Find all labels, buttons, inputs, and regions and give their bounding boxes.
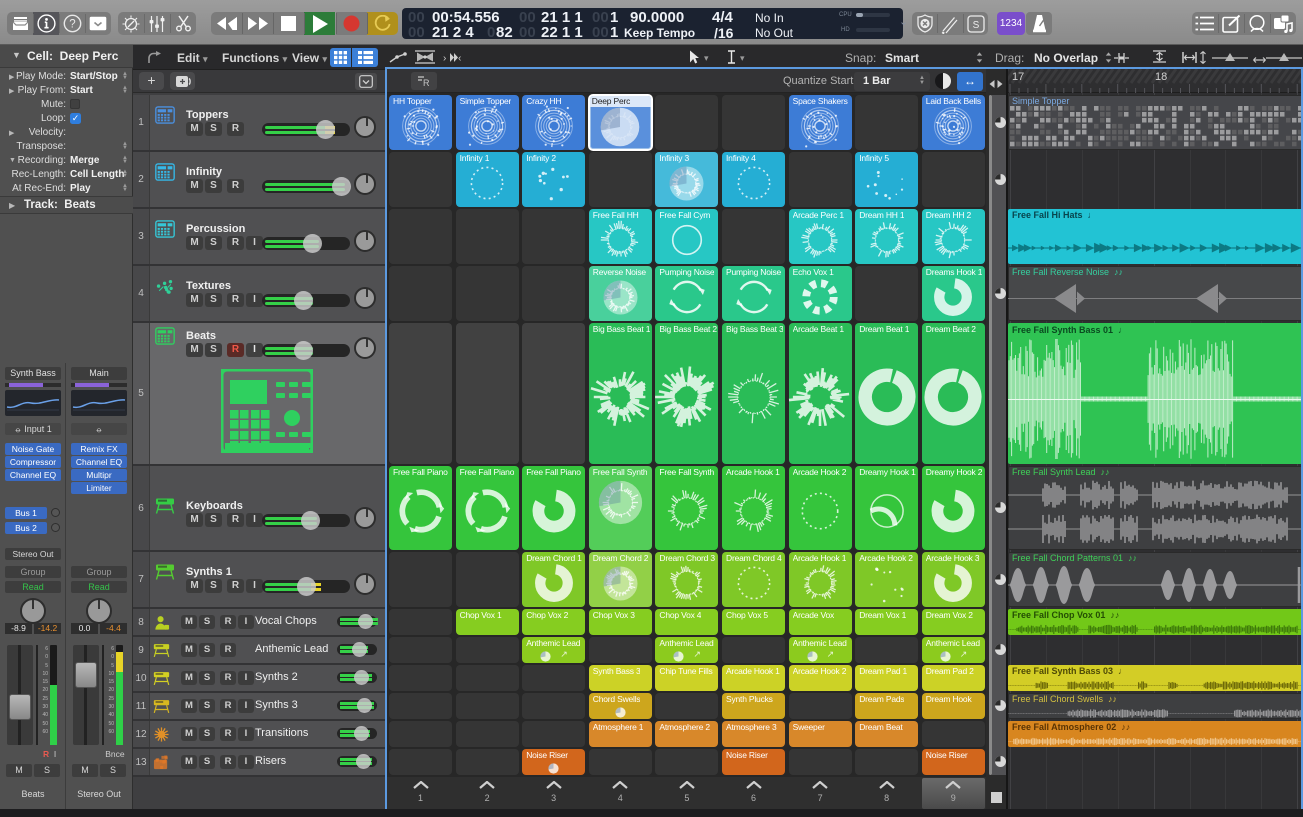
svg-text:?: ? — [69, 19, 75, 31]
svg-text:‹: ‹ — [458, 53, 461, 64]
svg-text:›: › — [443, 53, 446, 64]
svg-text:S: S — [972, 20, 979, 31]
svg-text:R: R — [423, 78, 430, 88]
